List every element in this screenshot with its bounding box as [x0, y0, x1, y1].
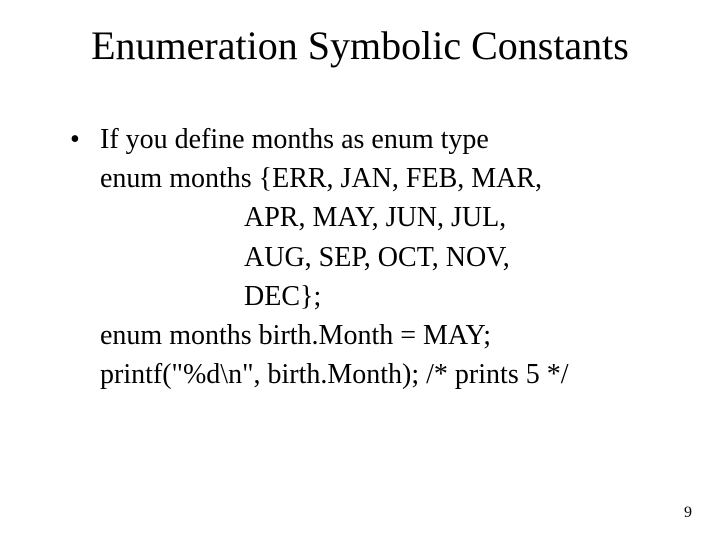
bullet-line-7: printf("%d\n", birth.Month); /* prints 5… — [70, 355, 680, 394]
bullet-item: • If you define months as enum type — [70, 120, 680, 159]
bullet-mark: • — [70, 120, 100, 159]
slide-body: • If you define months as enum type enum… — [70, 120, 680, 394]
slide: Enumeration Symbolic Constants • If you … — [0, 0, 720, 540]
bullet-line-2: enum months {ERR, JAN, FEB, MAR, — [70, 159, 680, 198]
page-number: 9 — [684, 504, 692, 522]
bullet-line-6: enum months birth.Month = MAY; — [70, 316, 680, 355]
bullet-line-3: APR, MAY, JUN, JUL, — [70, 198, 680, 237]
slide-title: Enumeration Symbolic Constants — [0, 22, 720, 69]
bullet-line-5: DEC}; — [70, 277, 680, 316]
bullet-line-4: AUG, SEP, OCT, NOV, — [70, 238, 680, 277]
bullet-line-1: If you define months as enum type — [100, 120, 680, 159]
